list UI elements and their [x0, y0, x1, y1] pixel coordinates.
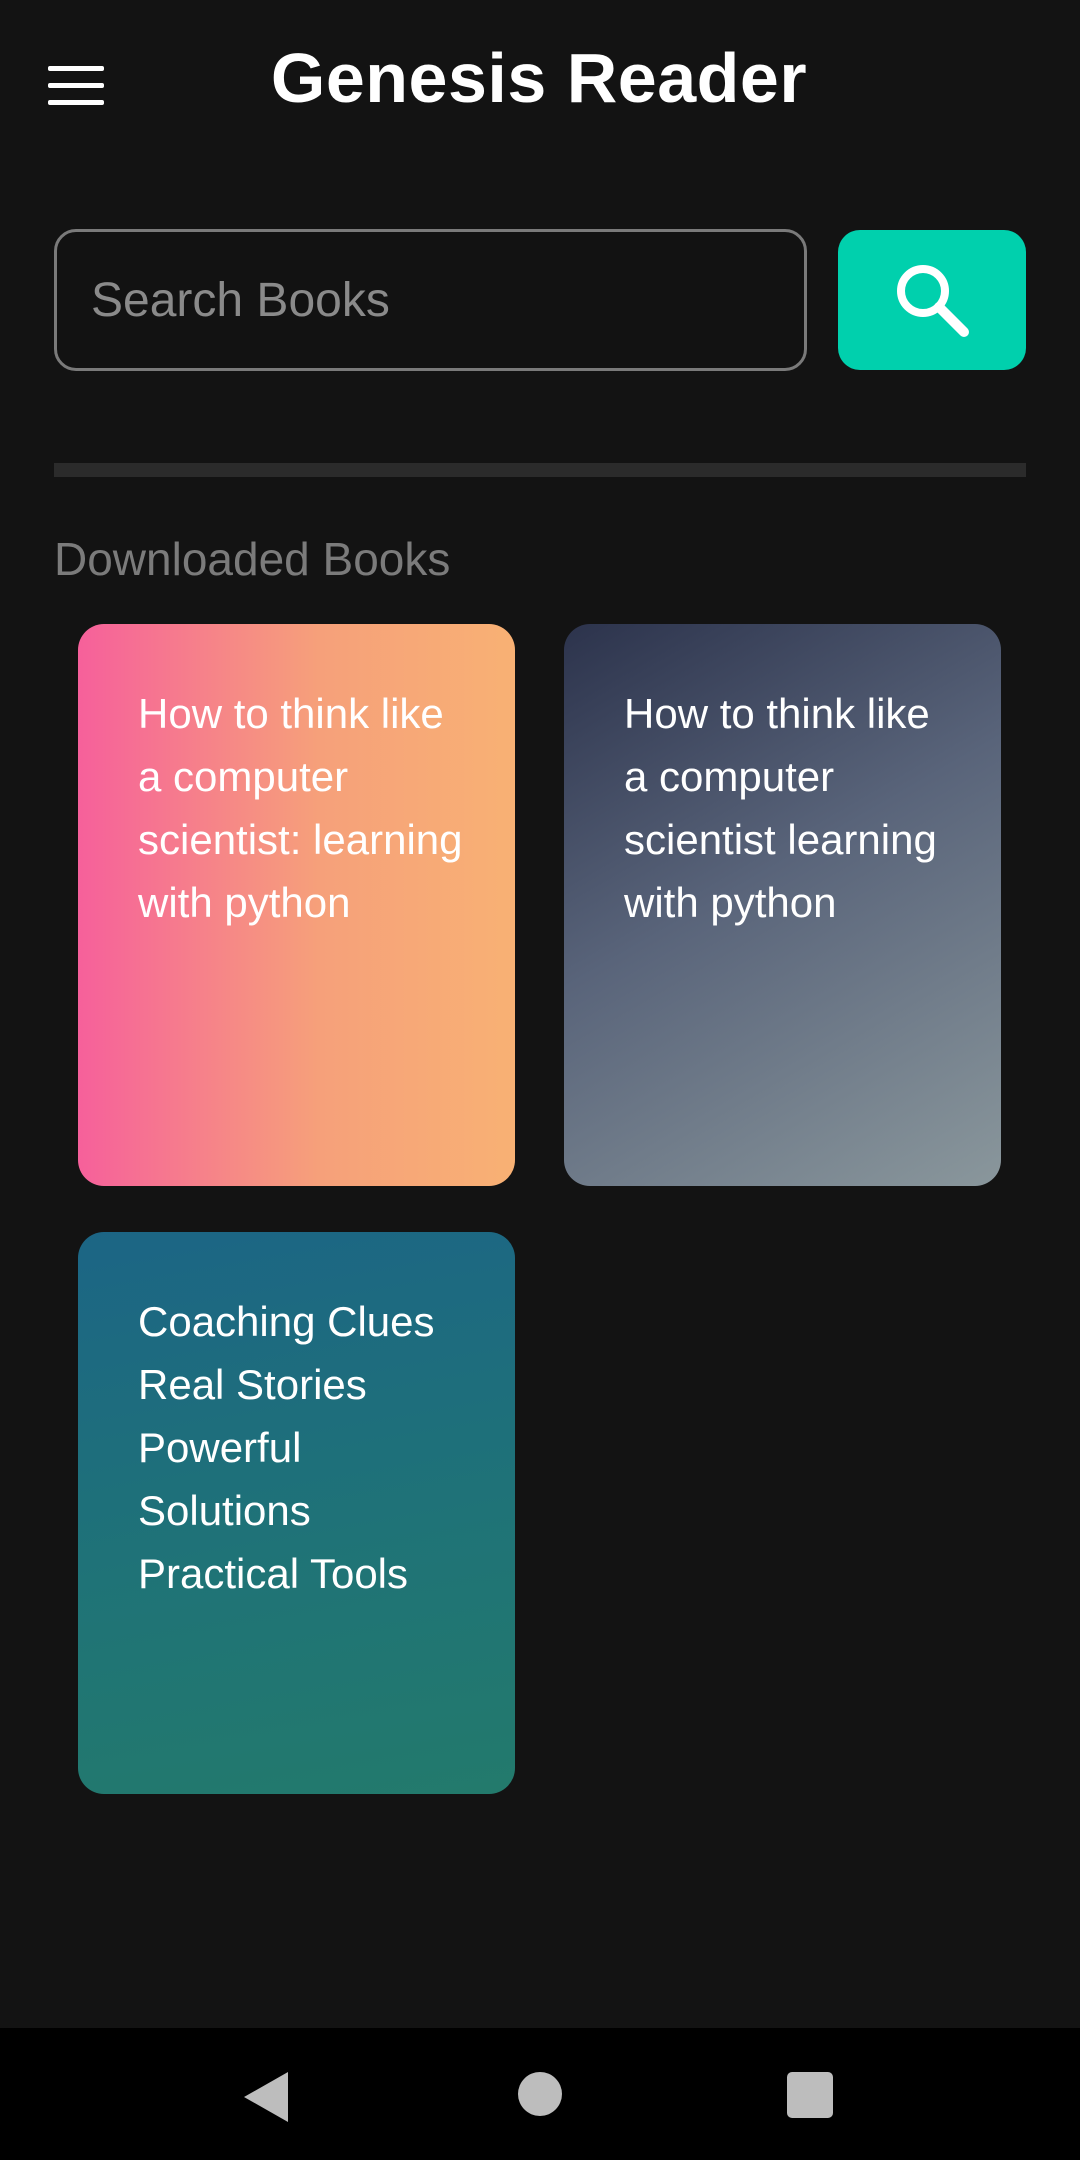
home-icon[interactable] [518, 2072, 562, 2116]
book-title: How to think like a computer scientist: … [138, 690, 463, 926]
recents-icon[interactable] [787, 2072, 833, 2118]
app-title: Genesis Reader [270, 39, 808, 117]
search-input[interactable] [91, 272, 804, 328]
section-label-downloaded: Downloaded Books [54, 533, 451, 585]
system-nav-bar [0, 2028, 1080, 2160]
divider [54, 463, 1026, 477]
search-button[interactable] [838, 230, 1026, 370]
back-icon[interactable] [244, 2072, 288, 2122]
book-title: Coaching Clues Real Stories Powerful Sol… [138, 1298, 435, 1597]
book-title: How to think like a computer scientist l… [624, 690, 937, 926]
book-card[interactable]: How to think like a computer scientist l… [564, 624, 1001, 1186]
search-field[interactable] [54, 229, 807, 371]
search-icon [897, 265, 969, 337]
book-card[interactable]: How to think like a computer scientist: … [78, 624, 515, 1186]
book-card[interactable]: Coaching Clues Real Stories Powerful Sol… [78, 1232, 515, 1794]
app-bar: Genesis Reader [0, 0, 1080, 170]
